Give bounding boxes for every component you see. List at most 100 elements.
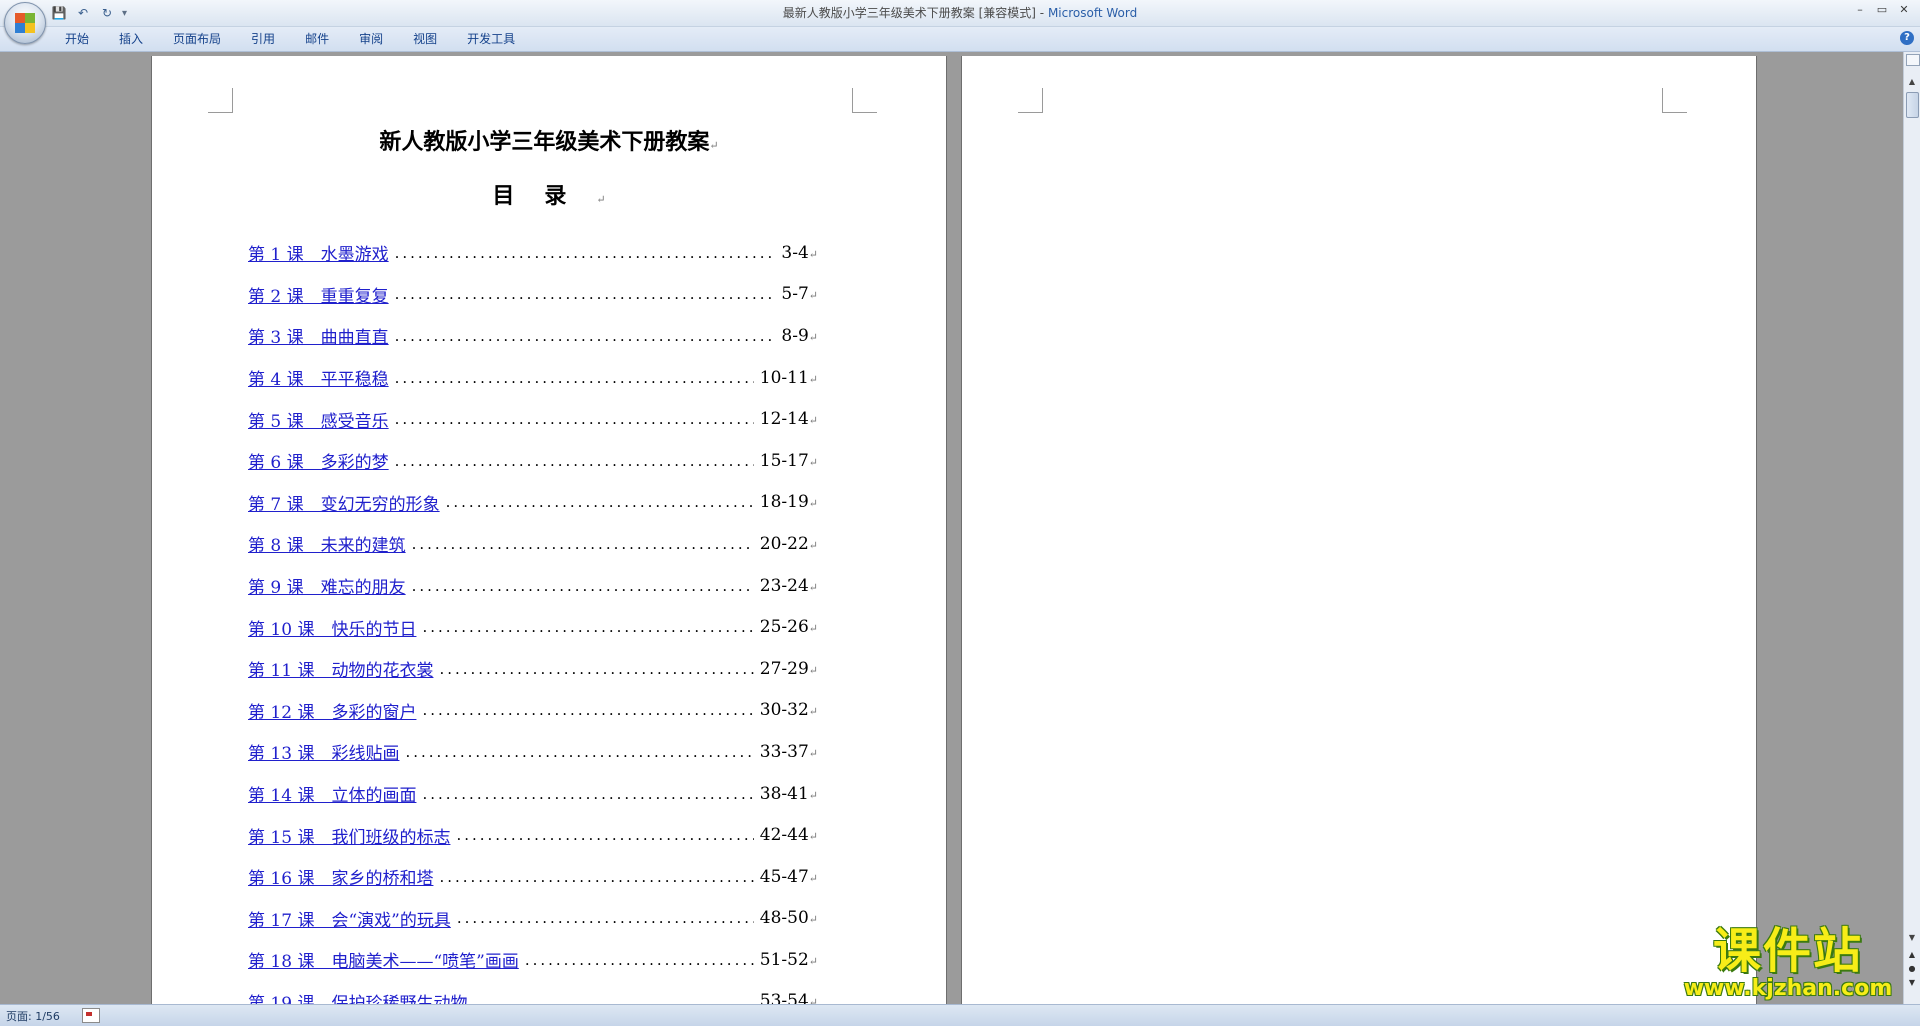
toc-link[interactable]: 第 12 课 多彩的窗户 [248,698,416,723]
toc-page-range: 23-24↵ [759,575,818,596]
proofing-icon[interactable] [82,1008,100,1023]
toc-row: 第 2 课 重重复复..............................… [248,274,818,316]
help-icon[interactable]: ? [1900,31,1914,45]
save-icon[interactable]: 💾 [50,4,68,22]
toc-page-range: 18-19↵ [759,492,818,513]
toc-row: 第 8 课 未来的建筑.............................… [248,523,818,565]
view-ruler-icon[interactable] [1906,54,1920,66]
office-logo-icon [15,13,35,33]
toc-leader-dots: ........................................… [394,368,754,387]
table-of-contents: 第 1 课 水墨游戏..............................… [248,232,818,1004]
ribbon: 开始 插入 页面布局 引用 邮件 审阅 视图 开发工具 ? [0,27,1920,52]
site-watermark-logo: 课件站 www.kjzhan.com [1672,925,1904,1004]
watermark-title: 课件站 [1712,923,1863,979]
previous-page-icon[interactable]: ▲ [1907,950,1917,960]
toc-link[interactable]: 第 3 课 曲曲直直 [248,323,389,348]
ribbon-tab[interactable]: 开发工具 [452,27,530,51]
toc-leader-dots: ........................................… [411,576,754,595]
toc-row: 第 11 课 动物的花衣裳...........................… [248,648,818,690]
toc-leader-dots: ........................................… [422,618,753,637]
ribbon-tab[interactable]: 视图 [398,27,452,51]
toc-page-range: 33-37↵ [759,741,818,762]
toc-link[interactable]: 第 16 课 家乡的桥和塔 [248,864,433,889]
toc-page-range: 38-41↵ [759,783,818,804]
toc-link[interactable]: 第 10 课 快乐的节日 [248,615,416,640]
minimize-button[interactable]: – [1850,2,1870,18]
toc-link[interactable]: 第 8 课 未来的建筑 [248,531,406,556]
toc-leader-dots: ........................................… [456,909,754,928]
toc-link[interactable]: 第 6 课 多彩的梦 [248,448,389,473]
toc-row: 第 17 课 会“演戏”的玩具.........................… [248,898,818,940]
ribbon-tab[interactable]: 引用 [236,27,290,51]
page-1[interactable]: 新人教版小学三年级美术下册教案↵ 目录↵ 第 1 课 水墨游戏.........… [152,56,946,1004]
customize-qat-icon[interactable]: ▾ [122,8,127,19]
toc-link[interactable]: 第 5 课 感受音乐 [248,407,389,432]
crop-mark-top-left [1018,88,1043,113]
office-button[interactable] [4,2,46,44]
toc-link[interactable]: 第 13 课 彩线贴画 [248,739,399,764]
redo-icon[interactable]: ↻ [98,4,116,22]
toc-leader-dots: ........................................… [394,326,776,345]
toc-link[interactable]: 第 11 课 动物的花衣裳 [248,656,433,681]
toc-page-range: 12-14↵ [759,409,818,430]
ribbon-tab[interactable]: 页面布局 [158,27,236,51]
ribbon-tabs: 开始 插入 页面布局 引用 邮件 审阅 视图 开发工具 [50,27,530,51]
ribbon-tab[interactable]: 邮件 [290,27,344,51]
toc-link[interactable]: 第 18 课 电脑美术——“喷笔”画画 [248,947,519,972]
toc-row: 第 13 课 彩线贴画.............................… [248,731,818,773]
toc-page-range: 20-22↵ [759,533,818,554]
page-count[interactable]: 页面: 1/56 [6,1008,60,1024]
title-separator: - [1035,6,1048,20]
restore-button[interactable]: ▭ [1872,2,1892,18]
toc-leader-dots: ........................................… [524,950,754,969]
toc-row: 第 16 课 家乡的桥和塔...........................… [248,856,818,898]
toc-page-range: 3-4↵ [781,242,818,263]
scroll-down-icon[interactable]: ▼ [1906,932,1918,944]
title-bar: 💾 ↶ ↻ ▾ 最新人教版小学三年级美术下册教案 [兼容模式] - Micros… [0,0,1920,44]
toc-row: 第 6 课 多彩的梦..............................… [248,440,818,482]
close-button[interactable]: ✕ [1894,2,1914,18]
scroll-thumb[interactable] [1906,92,1919,118]
toc-link[interactable]: 第 9 课 难忘的朋友 [248,573,406,598]
select-browse-object-icon[interactable]: ● [1907,964,1917,974]
toc-page-range: 51-52↵ [759,949,818,970]
toc-row: 第 10 课 快乐的节日............................… [248,606,818,648]
toc-leader-dots: ........................................… [411,534,754,553]
undo-icon[interactable]: ↶ [74,4,92,22]
toc-row: 第 9 课 难忘的朋友.............................… [248,565,818,607]
toc-link[interactable]: 第 17 课 会“演戏”的玩具 [248,906,451,931]
toc-page-range: 10-11↵ [759,367,818,388]
toc-leader-dots: ........................................… [405,742,754,761]
toc-link[interactable]: 第 14 课 立体的画面 [248,781,416,806]
toc-link[interactable]: 第 4 课 平平稳稳 [248,365,389,390]
ribbon-tab[interactable]: 开始 [50,27,104,51]
ribbon-tab[interactable]: 审阅 [344,27,398,51]
toc-heading: 目录↵ [492,183,606,209]
next-page-icon[interactable]: ▼ [1907,978,1917,988]
toc-link[interactable]: 第 2 课 重重复复 [248,282,389,307]
toc-page-range: 48-50↵ [759,908,818,929]
toc-row: 第 5 课 感受音乐..............................… [248,398,818,440]
crop-mark-top-right [1662,88,1687,113]
toc-leader-dots: ........................................… [422,701,753,720]
toc-link[interactable]: 第 15 课 我们班级的标志 [248,823,450,848]
page-2[interactable] [962,56,1756,1004]
crop-mark-top-left [208,88,233,113]
document-title: 新人教版小学三年级美术下册教案↵ [379,129,719,155]
toc-page-range: 25-26↵ [759,617,818,638]
toc-link[interactable]: 第 19 课 保护珍稀野生动物 [248,989,467,1004]
toc-row: 第 3 课 曲曲直直..............................… [248,315,818,357]
toc-row: 第 14 课 立体的画面............................… [248,773,818,815]
ribbon-tab[interactable]: 插入 [104,27,158,51]
window-title: 最新人教版小学三年级美术下册教案 [兼容模式] - Microsoft Word [0,4,1920,21]
toc-leader-dots: ........................................… [422,784,753,803]
toc-leader-dots: ........................................… [394,243,776,262]
toc-link[interactable]: 第 7 课 变幻无穷的形象 [248,490,440,515]
toc-leader-dots: ........................................… [439,867,753,886]
quick-access-toolbar: 💾 ↶ ↻ ▾ [50,4,128,22]
vertical-scrollbar[interactable]: ▲ ▼ ▲ ● ▼ [1903,52,1920,1004]
toc-page-range: 8-9↵ [781,325,818,346]
scroll-up-icon[interactable]: ▲ [1906,76,1918,88]
toc-row: 第 7 课 变幻无穷的形象...........................… [248,482,818,524]
toc-link[interactable]: 第 1 课 水墨游戏 [248,240,389,265]
